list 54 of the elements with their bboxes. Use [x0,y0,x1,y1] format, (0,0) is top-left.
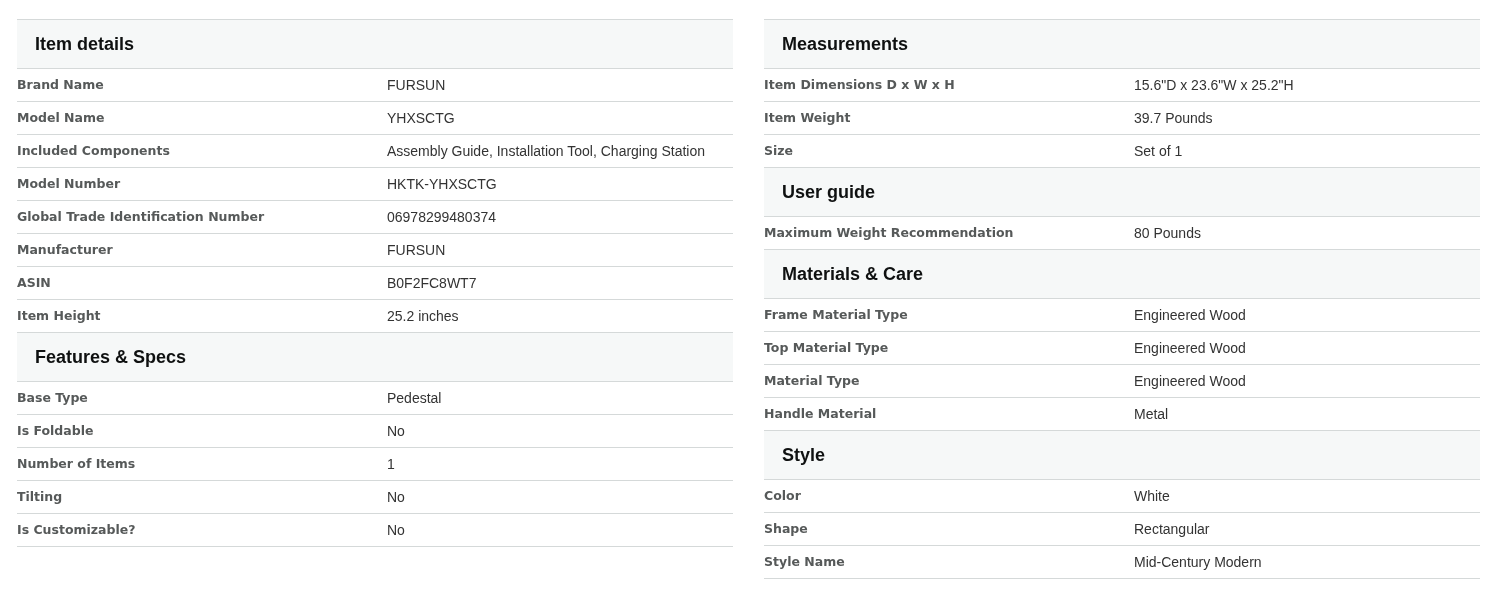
spec-label: Tilting [17,487,64,506]
spec-value: White [1134,486,1170,506]
spec-value: Mid-Century Modern [1134,552,1262,572]
spec-value: Pedestal [387,388,442,408]
spec-value: 80 Pounds [1134,223,1201,243]
spec-value: No [387,421,405,441]
section-header: User guide [764,168,1480,217]
spec-label: Brand Name [17,75,105,94]
spec-value: Engineered Wood [1134,371,1246,391]
spec-value: Set of 1 [1134,141,1183,161]
spec-value: FURSUN [387,240,446,260]
spec-value: No [387,487,405,507]
spec-label: Handle Material [764,404,878,423]
spec-label: Frame Material Type [764,305,909,324]
spec-label: Size [764,141,795,160]
spec-label: Item Weight [764,108,852,127]
spec-value: B0F2FC8WT7 [387,273,477,293]
spec-label: Included Components [17,141,171,160]
spec-label: Material Type [764,371,861,390]
spec-label: Maximum Weight Recommendation [764,223,1015,242]
spec-value: No [387,520,405,540]
section-header: Style [764,431,1480,480]
spec-value: YHXSCTG [387,108,455,128]
spec-value: Rectangular [1134,519,1210,539]
spec-value: Metal [1134,404,1169,424]
spec-value: FURSUN [387,75,446,95]
spec-value: HKTK-YHXSCTG [387,174,497,194]
spec-value: Engineered Wood [1134,338,1246,358]
spec-value: 15.6"D x 23.6"W x 25.2"H [1134,75,1294,95]
spec-label: Color [764,486,802,505]
spec-value: Engineered Wood [1134,305,1246,325]
spec-value: 25.2 inches [387,306,459,326]
spec-label: Shape [764,519,809,538]
spec-label: Is Customizable? [17,520,137,539]
section-header: Features & Specs [17,333,733,382]
spec-value: 39.7 Pounds [1134,108,1213,128]
section-header: Materials & Care [764,250,1480,299]
spec-label: Model Name [17,108,106,127]
spec-label: Number of Items [17,454,137,473]
spec-label: Style Name [764,552,846,571]
spec-value: 06978299480374 [387,207,496,227]
spec-label: Global Trade Identification Number [17,207,266,226]
section-header: Item details [17,20,733,69]
spec-label: Top Material Type [764,338,890,357]
spec-label: Item Height [17,306,102,325]
spec-value: 1 [387,454,395,474]
spec-label: Is Foldable [17,421,95,440]
spec-value: Assembly Guide, Installation Tool, Charging Station [387,141,706,161]
section-header: Measurements [764,20,1480,69]
spec-label: Item Dimensions D x W x H [764,75,956,94]
spec-label: Manufacturer [17,240,114,259]
spec-label: Model Number [17,174,122,193]
spec-label: Base Type [17,388,89,407]
spec-label: ASIN [17,273,52,292]
